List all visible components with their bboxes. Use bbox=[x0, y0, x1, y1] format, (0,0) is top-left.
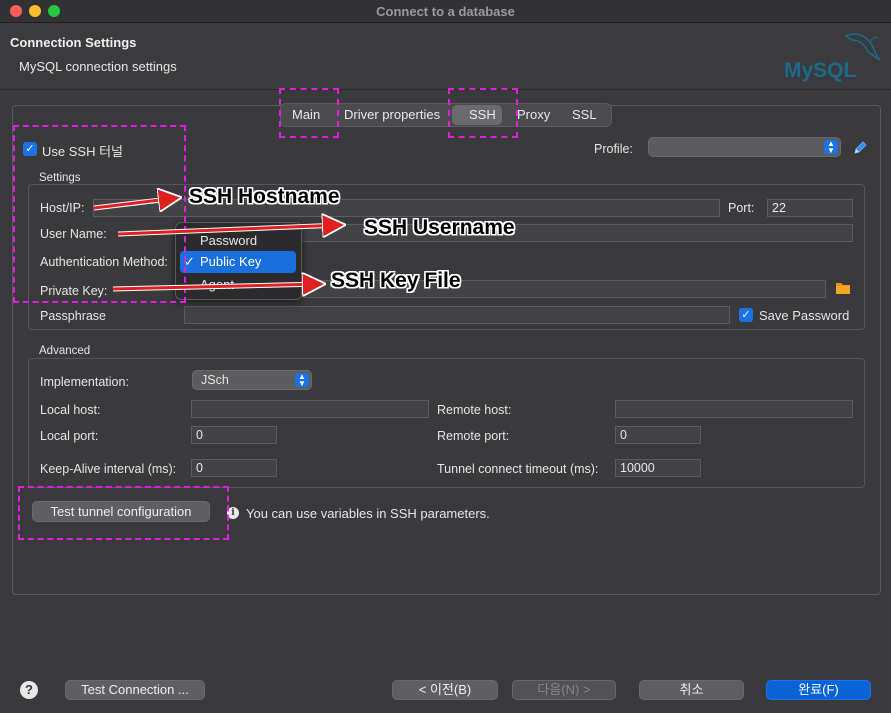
arrow-hostname bbox=[93, 198, 176, 208]
annotation-username: SSH Username bbox=[364, 216, 515, 239]
annotation-arrows bbox=[93, 0, 891, 713]
annotation-hostname: SSH Hostname bbox=[189, 185, 340, 208]
annotation-keyfile: SSH Key File bbox=[331, 269, 461, 292]
arrow-username bbox=[117, 225, 340, 234]
